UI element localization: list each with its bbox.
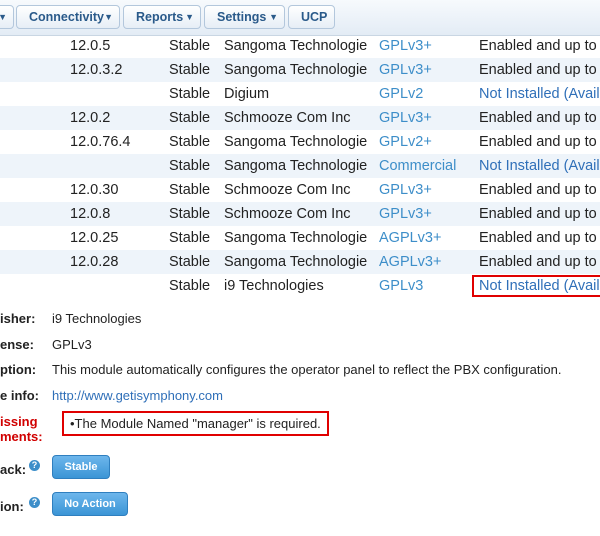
nav-settings[interactable]: Settings ▼ (204, 5, 285, 29)
module-publisher: Sangoma Technologie (224, 158, 368, 174)
module-status: Enabled and up to (479, 38, 597, 54)
table-row[interactable]: Stable Sangoma Technologie Commercial Not I… (0, 154, 600, 178)
module-track: Stable (169, 38, 211, 54)
table-row[interactable]: 12.0.8 Stable Schmooze Com Inc GPLv3+ Enable… (0, 202, 600, 226)
module-status-link[interactable]: Not Installed (Availa (479, 82, 600, 106)
module-track: Stable (169, 230, 211, 246)
module-status: Enabled and up to (479, 230, 597, 246)
license-label: ense: (0, 337, 34, 352)
chevron-down-icon: ▼ (0, 12, 7, 22)
module-status: Enabled and up to (479, 254, 597, 270)
missing-requirements-label-2: ments: (0, 429, 43, 444)
module-license: GPLv2+ (379, 134, 432, 150)
table-row[interactable]: 12.0.2 Stable Schmooze Com Inc GPLv3+ Enable… (0, 106, 600, 130)
module-version: 12.0.28 (70, 254, 119, 270)
module-license: AGPLv3+ (379, 254, 442, 270)
table-row[interactable]: 12.0.5 Stable Sangoma Technologie GPLv3+ Ena… (0, 34, 600, 58)
module-publisher: Schmooze Com Inc (224, 182, 351, 198)
module-publisher: Digium (224, 86, 270, 102)
action-label: ion: (0, 499, 24, 514)
table-row[interactable]: Stable Digium GPLv2 Not Installed (Availa (0, 82, 600, 106)
module-track: Stable (169, 182, 211, 198)
module-license: GPLv3 (379, 278, 424, 294)
license-value: GPLv3 (52, 337, 92, 352)
module-publisher: i9 Technologies (224, 278, 324, 294)
nav-label: Settings (217, 10, 267, 24)
top-nav-bar: ▼ Connectivity ▼ Reports ▼ Settings ▼ UCP (0, 0, 600, 36)
module-publisher: Sangoma Technologie (224, 230, 368, 246)
module-version: 12.0.2 (70, 110, 111, 126)
module-track: Stable (169, 278, 211, 294)
highlight-box-status (472, 275, 600, 297)
publisher-value: i9 Technologies (52, 311, 142, 326)
module-license: GPLv3+ (379, 38, 432, 54)
module-publisher: Schmooze Com Inc (224, 206, 351, 222)
chevron-down-icon: ▼ (104, 12, 113, 22)
track-label: ack: (0, 462, 27, 477)
module-status: Enabled and up to (479, 110, 597, 126)
chevron-down-icon: ▼ (185, 12, 194, 22)
module-track: Stable (169, 158, 211, 174)
module-publisher: Sangoma Technologie (224, 62, 368, 78)
table-row[interactable]: 12.0.3.2 Stable Sangoma Technologie GPLv3+ E… (0, 58, 600, 82)
module-track: Stable (169, 110, 211, 126)
module-license: AGPLv3+ (379, 230, 442, 246)
module-track: Stable (169, 206, 211, 222)
module-license: GPLv3+ (379, 62, 432, 78)
module-publisher: Sangoma Technologie (224, 254, 368, 270)
module-publisher: Sangoma Technologie (224, 134, 368, 150)
module-publisher: Sangoma Technologie (224, 38, 368, 54)
module-status: Enabled and up to (479, 182, 597, 198)
help-icon[interactable]: ? (29, 460, 40, 471)
module-license: GPLv3+ (379, 206, 432, 222)
module-version: 12.0.25 (70, 230, 119, 246)
publisher-label: isher: (0, 311, 36, 326)
description-label: ption: (0, 362, 37, 377)
missing-requirements-label-1: issing (0, 414, 38, 429)
module-version: 12.0.3.2 (70, 62, 123, 78)
module-version: 12.0.5 (70, 38, 111, 54)
description-value: This module automatically configures the… (52, 362, 562, 377)
nav-ucp[interactable]: UCP (288, 5, 335, 29)
nav-menu-partial[interactable]: ▼ (0, 5, 14, 29)
help-icon[interactable]: ? (29, 497, 40, 508)
module-status-link[interactable]: Not Installed (Availa (479, 154, 600, 178)
nav-label: UCP (301, 10, 328, 24)
module-license: GPLv2 (379, 86, 424, 102)
chevron-down-icon: ▼ (269, 12, 278, 22)
module-version: 12.0.76.4 (70, 134, 131, 150)
no-action-button[interactable]: No Action (52, 492, 128, 516)
module-status: Enabled and up to (479, 134, 597, 150)
more-info-link[interactable]: http://www.getisymphony.com (52, 388, 223, 403)
module-publisher: Schmooze Com Inc (224, 110, 351, 126)
module-license: Commercial (379, 158, 457, 174)
nav-reports[interactable]: Reports ▼ (123, 5, 201, 29)
module-status: Enabled and up to (479, 206, 597, 222)
table-row[interactable]: 12.0.30 Stable Schmooze Com Inc GPLv3+ Enabl… (0, 178, 600, 202)
table-row[interactable]: 12.0.28 Stable Sangoma Technologie AGPLv3+ E… (0, 250, 600, 274)
nav-label: Reports (136, 10, 184, 24)
module-track: Stable (169, 86, 211, 102)
nav-label: Connectivity (29, 10, 105, 24)
module-license: GPLv3+ (379, 110, 432, 126)
track-stable-button[interactable]: Stable (52, 455, 110, 479)
module-license: GPLv3+ (379, 182, 432, 198)
more-info-label: e info: (0, 388, 39, 403)
table-row[interactable]: 12.0.25 Stable Sangoma Technologie AGPLv3+ E… (0, 226, 600, 250)
module-version: 12.0.8 (70, 206, 111, 222)
nav-connectivity[interactable]: Connectivity ▼ (16, 5, 120, 29)
module-version: 12.0.30 (70, 182, 119, 198)
requirement-message: •The Module Named "manager" is required. (62, 411, 329, 436)
module-track: Stable (169, 134, 211, 150)
module-track: Stable (169, 254, 211, 270)
module-track: Stable (169, 62, 211, 78)
table-row[interactable]: 12.0.76.4 Stable Sangoma Technologie GPLv2+… (0, 130, 600, 154)
module-status: Enabled and up to (479, 62, 597, 78)
